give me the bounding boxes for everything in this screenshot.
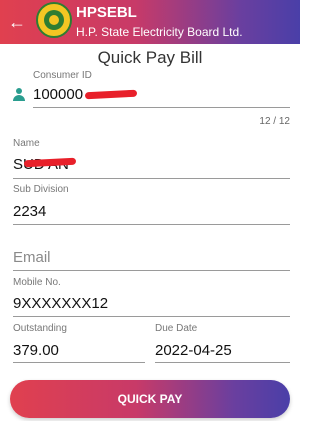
back-arrow-icon[interactable]: ← [6, 11, 28, 33]
page-title: Quick Pay Bill [97, 48, 203, 67]
mobile-underline [13, 316, 290, 317]
consumer-id-counter: 12 / 12 [259, 116, 290, 127]
sub-division-field[interactable]: 2234 [13, 203, 46, 220]
due-date-underline [155, 362, 290, 363]
outstanding-field[interactable]: 379.00 [13, 342, 59, 359]
quick-pay-button[interactable]: QUICK PAY [10, 380, 290, 418]
email-field[interactable]: Email [13, 249, 51, 266]
outstanding-label: Outstanding [13, 323, 67, 334]
consumer-id-redaction [84, 89, 138, 100]
outstanding-underline [13, 362, 145, 363]
consumer-id-label: Consumer ID [33, 70, 92, 81]
hpsebl-logo [36, 2, 72, 38]
name-underline [13, 178, 290, 179]
person-icon [13, 88, 25, 101]
mobile-field[interactable]: 9XXXXXXX12 [13, 295, 108, 312]
due-date-label: Due Date [155, 323, 198, 334]
sub-division-underline [13, 224, 290, 225]
app-subtitle: H.P. State Electricity Board Ltd. [76, 25, 243, 39]
sub-division-label: Sub Division [13, 184, 69, 195]
consumer-id-field[interactable]: 100000 [33, 86, 83, 103]
app-title: HPSEBL [76, 4, 137, 21]
consumer-id-underline [33, 107, 290, 108]
name-label: Name [13, 138, 40, 149]
app-header: ← HPSEBL H.P. State Electricity Board Lt… [0, 0, 300, 44]
mobile-label: Mobile No. [13, 277, 61, 288]
due-date-field[interactable]: 2022-04-25 [155, 342, 232, 359]
email-underline [13, 270, 290, 271]
